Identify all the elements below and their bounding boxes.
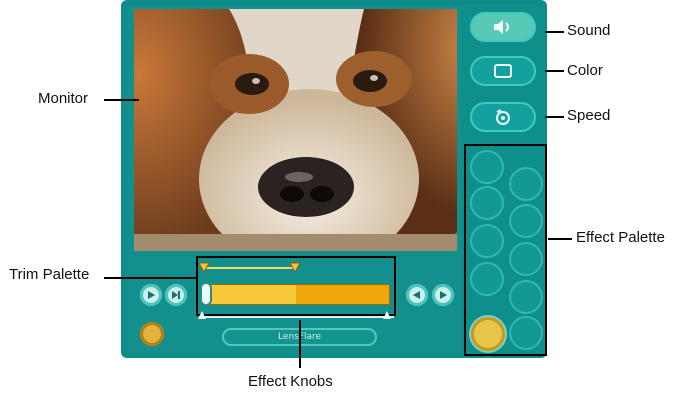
forward-button[interactable]: [432, 284, 454, 306]
color-label: Color: [567, 62, 603, 79]
speed-swirl-icon: [496, 109, 510, 125]
speed-button[interactable]: [470, 102, 536, 132]
sound-leader-line: [545, 31, 564, 33]
trim-palette-label: Trim Palette: [9, 266, 90, 283]
effect-palette-outline: [464, 144, 547, 356]
playhead-handle[interactable]: [200, 282, 212, 306]
effect-palette-leader-line: [548, 238, 572, 240]
play-icon: [148, 291, 155, 299]
trim-start-marker-icon[interactable]: [198, 262, 210, 274]
color-square-icon: [494, 64, 512, 78]
monitor: [134, 9, 457, 251]
effect-knobs-label: Effect Knobs: [248, 373, 333, 390]
monitor-leader-line: [104, 99, 139, 101]
record-icon[interactable]: [140, 322, 164, 346]
color-leader-line: [545, 70, 564, 72]
trim-bar[interactable]: [207, 284, 390, 305]
trim-palette-leader-line: [104, 277, 196, 279]
trim-end-marker-icon[interactable]: [289, 262, 301, 274]
speaker-icon: [494, 20, 509, 34]
step-icon: [172, 291, 180, 299]
sound-button[interactable]: [470, 12, 536, 42]
color-button[interactable]: [470, 56, 536, 86]
effect-palette-label: Effect Palette: [576, 229, 665, 246]
effect-knob-end-icon[interactable]: [382, 310, 392, 320]
monitor-image: [134, 9, 457, 251]
rewind-icon: [413, 291, 420, 299]
play-button[interactable]: [140, 284, 162, 306]
speed-leader-line: [545, 116, 564, 118]
rewind-button[interactable]: [406, 284, 428, 306]
trim-selection: [208, 285, 296, 304]
monitor-label: Monitor: [38, 90, 89, 107]
forward-icon: [440, 291, 447, 299]
step-button[interactable]: [165, 284, 187, 306]
effect-knobs-leader-line: [299, 320, 301, 368]
speed-label: Speed: [567, 107, 611, 124]
sound-label: Sound: [567, 22, 611, 39]
trim-range-line: [203, 267, 295, 269]
effect-knob-track: [199, 316, 394, 318]
effect-knob-start-icon[interactable]: [197, 310, 207, 320]
